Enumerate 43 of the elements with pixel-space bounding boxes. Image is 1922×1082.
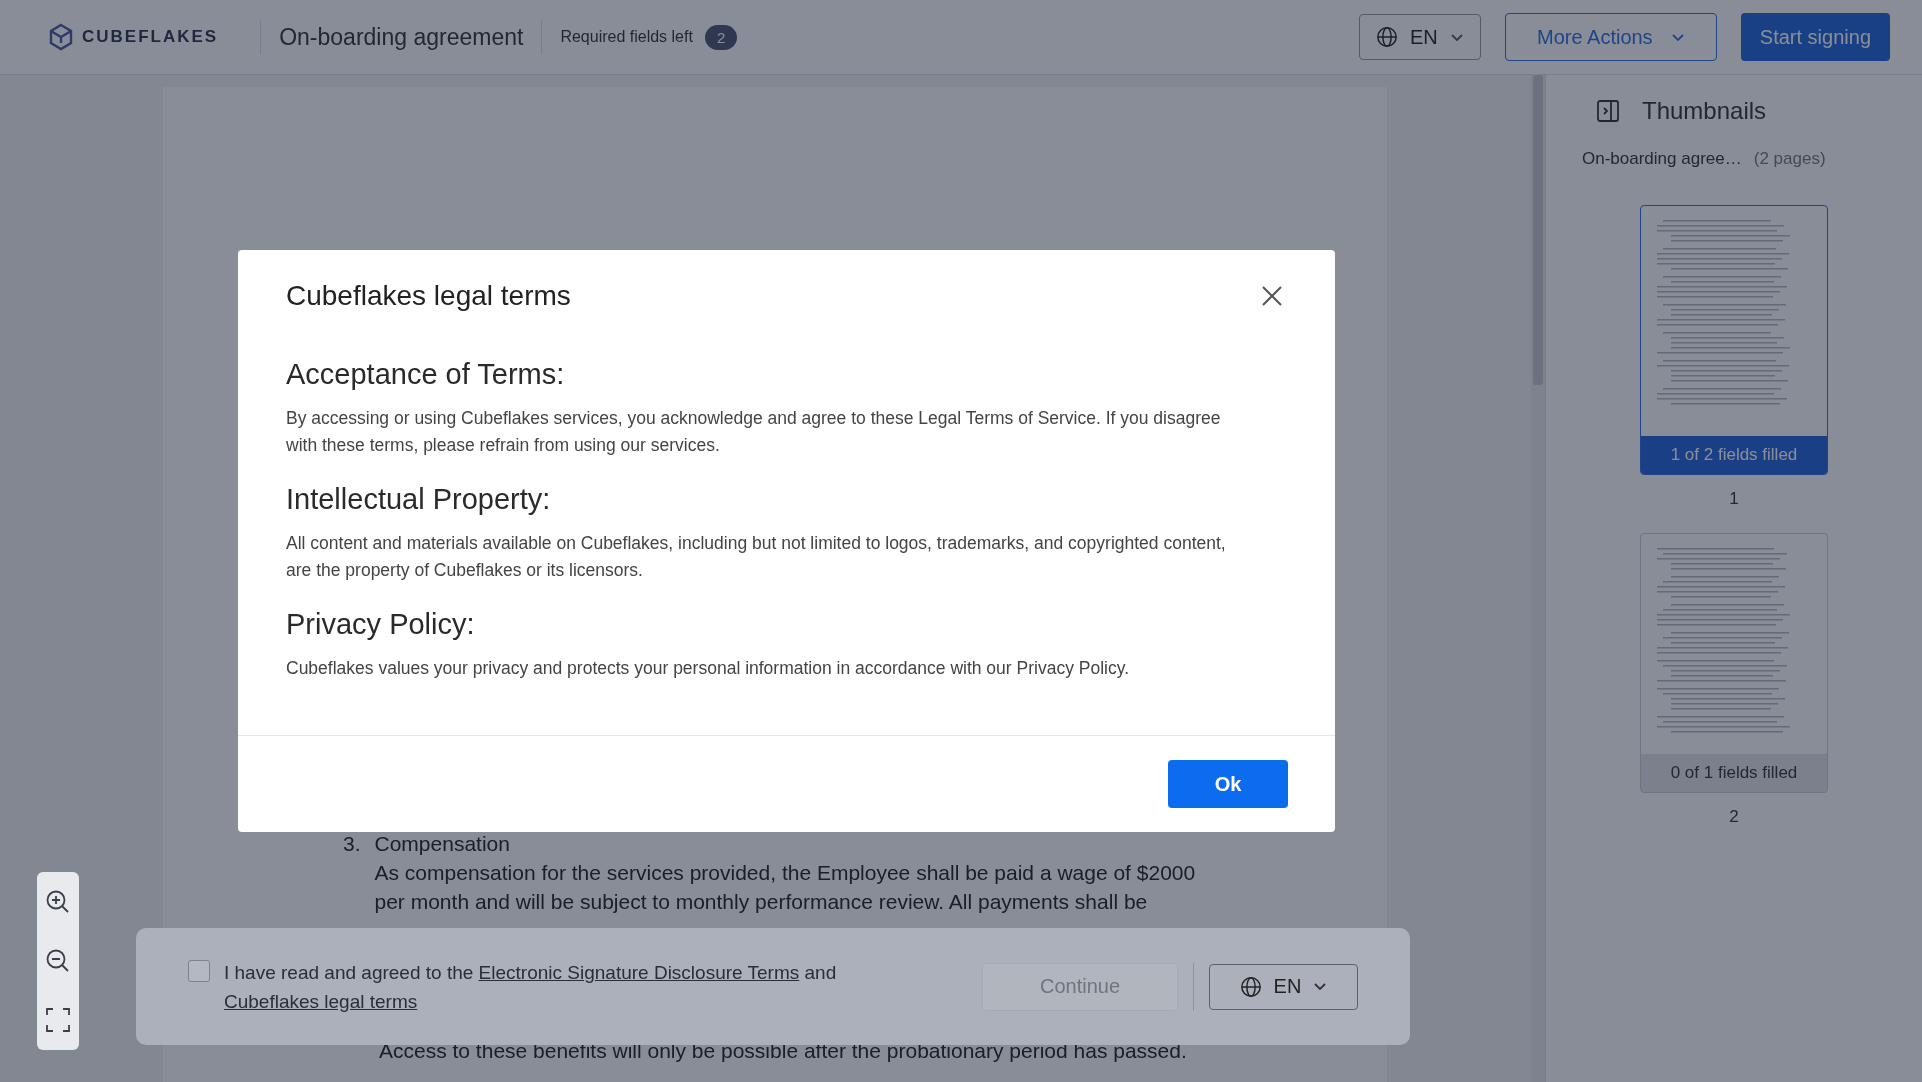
consent-checkbox[interactable] [188,960,210,982]
fullscreen-icon[interactable] [45,1007,71,1034]
dialog-title: Cubeflakes legal terms [286,280,571,312]
page-count: (2 pages) [1753,149,1826,169]
caret-icon [1449,32,1464,42]
panel-toggle-icon[interactable] [1596,99,1620,123]
caret-icon [1670,32,1685,42]
document-name: On-boarding agree… [1582,149,1742,169]
consent-text: I have read and agreed to the Electronic Signature Disclosure Terms and Cubeflakes legal terms [224,960,838,1014]
section-heading: Compensation [374,831,511,857]
page-number: 1 [1729,489,1739,509]
legal-terms-link[interactable]: Cubeflakes legal terms [224,990,418,1012]
zoom-out-icon[interactable] [45,948,71,974]
required-count-badge: 2 [704,24,738,50]
list-number: 3. [343,831,361,857]
section-paragraph: As compensation for the services provided, the Employee shall be paid a wage of $2000 per month and will be subject to monthly performance review. All payments shall be [374,860,1197,915]
fields-filled-status: 0 of 1 fields filled [1641,754,1827,792]
terms-heading: Acceptance of Terms: [286,358,566,391]
required-fields-label: Required fields left [560,28,693,46]
zoom-in-icon[interactable] [45,888,71,915]
scrollbar-thumb[interactable] [1533,75,1543,385]
language-dropdown[interactable]: EN [1359,14,1481,60]
terms-paragraph: By accessing or using Cubeflakes services, you acknowledge and agree to these Legal Terms of Service. If you disagree with these terms, please refrain from using our services. [286,407,1222,457]
ok-button[interactable]: Ok [1168,760,1288,808]
brand-logo-text: CUBEFLAKES [82,27,219,47]
fields-filled-status: 1 of 2 fields filled [1641,436,1827,474]
document-title: On-boarding agreement [261,20,543,54]
caret-icon [1313,982,1328,991]
start-signing-button[interactable]: Start signing [1740,13,1890,61]
page-thumbnail[interactable]: 0 of 1 fields filled [1640,533,1828,793]
terms-heading: Intellectual Property: [286,483,552,516]
more-actions-button[interactable]: More Actions [1504,13,1717,61]
globe-icon [1376,26,1399,48]
terms-heading: Privacy Policy: [286,608,476,641]
cube-logo-icon [48,23,74,51]
panel-title: Thumbnails [1642,97,1767,125]
terms-paragraph: All content and materials available on Cubeflakes, including but not limited to logos, trademarks, and copyrighted content, are the property of Cubeflakes or its licensors. [286,532,1227,582]
globe-icon [1239,975,1262,998]
page-thumbnail[interactable]: 1 of 2 fields filled [1640,205,1828,475]
language-dropdown[interactable]: EN [1209,963,1358,1010]
terms-paragraph: Cubeflakes values your privacy and protects your personal information in accordance with our Privacy Policy. [286,657,1130,680]
page-number: 2 [1729,807,1739,827]
disclosure-terms-link[interactable]: Electronic Signature Disclosure Terms [478,961,800,983]
